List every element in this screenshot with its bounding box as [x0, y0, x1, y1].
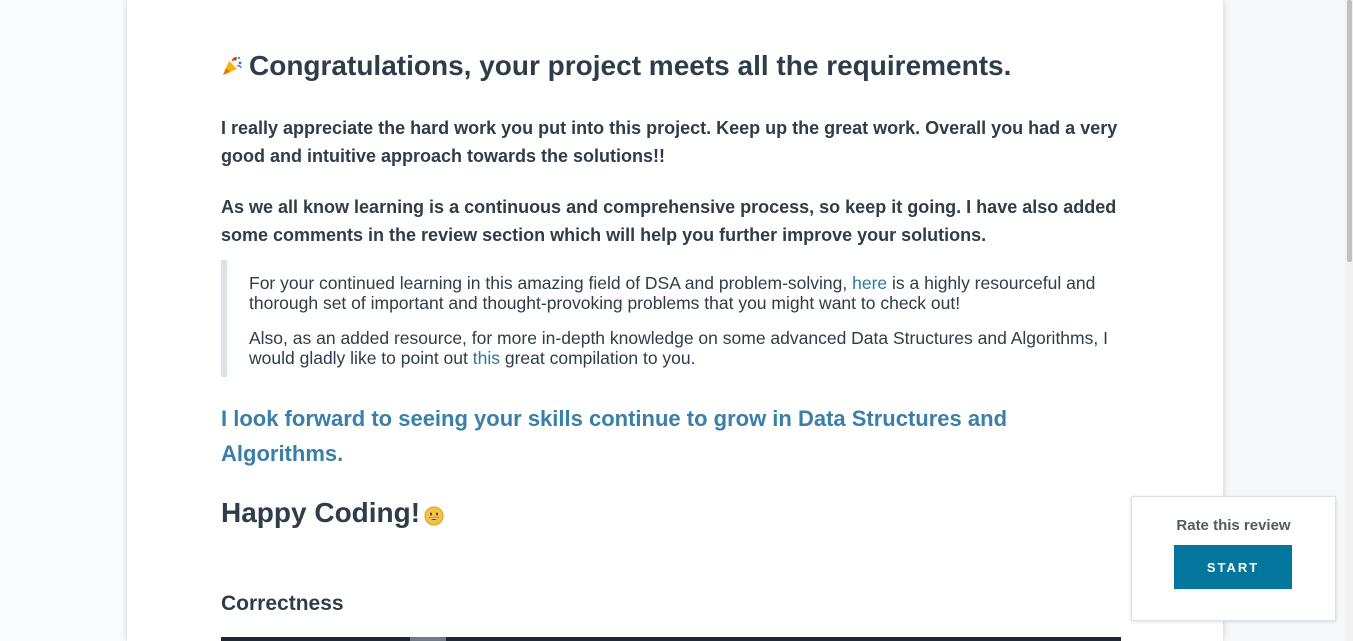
forward-message: I look forward to seeing your skills con…: [221, 406, 1008, 466]
happy-coding-text: Happy Coding!: [221, 497, 421, 528]
section-divider: [221, 637, 1121, 641]
review-heading-text: Congratulations, your project meets all …: [249, 50, 1012, 81]
review-paragraph-2: As we all know learning is a continuous …: [221, 197, 1117, 245]
scrollbar-thumb[interactable]: [1347, 0, 1352, 262]
quote-text: great compilation to you.: [499, 348, 696, 368]
review-paragraph-1: I really appreciate the hard work you pu…: [221, 118, 1118, 166]
rate-review-panel: Rate this review START: [1131, 496, 1336, 621]
quote-paragraph-1: For your continued learning in this amaz…: [227, 273, 1109, 313]
rate-review-label: Rate this review: [1176, 517, 1291, 534]
here-link[interactable]: here: [852, 273, 887, 293]
quote-text: For your continued learning in this amaz…: [249, 273, 853, 293]
resources-blockquote: For your continued learning in this amaz…: [221, 260, 1117, 377]
section-divider-highlight: [410, 637, 446, 641]
happy-coding-heading: Happy Coding!: [221, 497, 444, 529]
grinning-face-icon: [424, 506, 444, 526]
review-heading: Congratulations, your project meets all …: [221, 50, 1011, 82]
start-rating-button[interactable]: START: [1174, 545, 1292, 589]
review-card: Congratulations, your project meets all …: [127, 0, 1223, 641]
this-link[interactable]: this: [473, 348, 500, 368]
party-popper-icon: [223, 56, 242, 75]
section-heading-correctness: Correctness: [221, 592, 344, 615]
quote-paragraph-2: Also, as an added resource, for more in-…: [227, 328, 1109, 368]
